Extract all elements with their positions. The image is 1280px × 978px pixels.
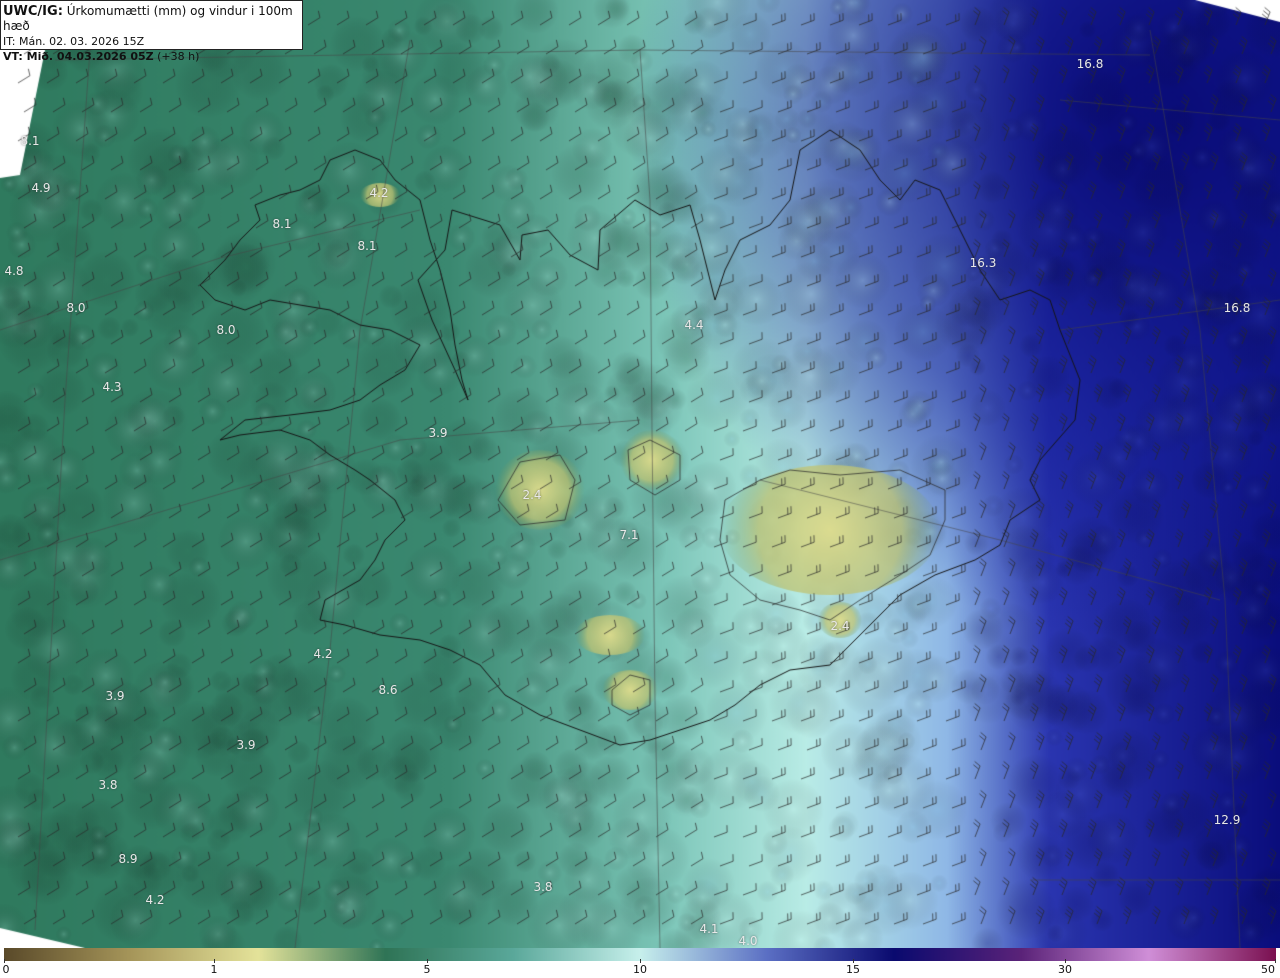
map-value-label: 4.3 bbox=[102, 380, 122, 394]
colorbar-label: 0 bbox=[2, 963, 10, 976]
valid-time-label: VT: Mið. 04.03.2026 05Z bbox=[3, 50, 154, 63]
map-title-box: UWC/IG: Úrkomumætti (mm) og vindur i 100… bbox=[0, 0, 303, 63]
map-value-label: 8.1 bbox=[272, 217, 292, 231]
map-value-label: 12.9 bbox=[1213, 813, 1241, 827]
colorbar-tick bbox=[1275, 959, 1276, 963]
init-time-label: IT: Mán. 02. 03. 2026 15Z bbox=[3, 35, 145, 48]
colorbar-label: 5 bbox=[423, 963, 431, 976]
map-value-label: 3.9 bbox=[105, 689, 125, 703]
map-value-label: 16.8 bbox=[1223, 301, 1251, 315]
map-value-label: 8.1 bbox=[357, 239, 377, 253]
colorbar-label: 1 bbox=[210, 963, 218, 976]
precipitable-water-map[interactable] bbox=[0, 0, 1280, 948]
map-value-label: 16.8 bbox=[1076, 57, 1104, 71]
map-value-label: 4.4 bbox=[684, 318, 704, 332]
map-value-label: 2.4 bbox=[522, 488, 542, 502]
map-value-label: 2.4 bbox=[830, 619, 850, 633]
model-label: UWC/IG: bbox=[3, 4, 63, 19]
map-value-label: 7.1 bbox=[619, 528, 639, 542]
map-value-label: 4.8 bbox=[4, 264, 24, 278]
map-value-label: 4.1 bbox=[699, 922, 719, 936]
map-value-label: 4.2 bbox=[369, 186, 389, 200]
map-value-label: 3.8 bbox=[98, 778, 118, 792]
map-value-label: 8.6 bbox=[378, 683, 398, 697]
map-value-label: 4.0 bbox=[738, 934, 758, 948]
map-value-label: 8.9 bbox=[118, 852, 138, 866]
colorbar-label: 50 bbox=[1261, 963, 1275, 976]
colorbar-label: 15 bbox=[846, 963, 860, 976]
map-value-label: 3.8 bbox=[533, 880, 553, 894]
map-value-label: 4.2 bbox=[313, 647, 333, 661]
colorbar-label: 30 bbox=[1058, 963, 1072, 976]
map-value-label: 3.9 bbox=[236, 738, 256, 752]
colorbar: 0 1 5 10 15 30 50 bbox=[0, 948, 1280, 978]
map-value-label: 8.1 bbox=[20, 134, 40, 148]
map-value-label: 8.0 bbox=[66, 301, 86, 315]
map-value-label: 4.9 bbox=[31, 181, 51, 195]
map-value-label: 16.3 bbox=[969, 256, 997, 270]
map-value-label: 4.2 bbox=[145, 893, 165, 907]
map-value-label: 8.0 bbox=[216, 323, 236, 337]
map-value-label: 3.9 bbox=[428, 426, 448, 440]
colorbar-label: 10 bbox=[633, 963, 647, 976]
lead-time-label: (+38 h) bbox=[157, 50, 200, 63]
